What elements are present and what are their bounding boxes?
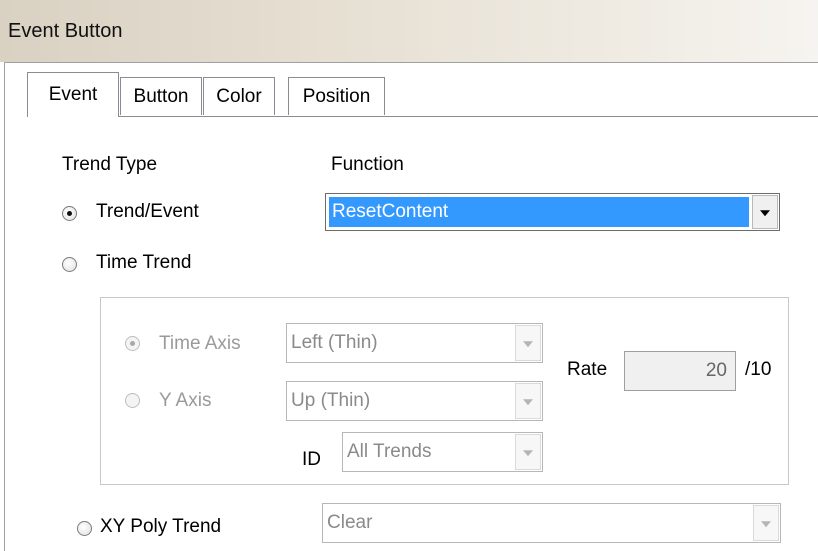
- tab-event[interactable]: Event: [27, 72, 119, 117]
- rate-unit: /10: [745, 359, 772, 380]
- tab-color[interactable]: Color: [203, 77, 275, 115]
- xy-poly-value: Clear: [327, 512, 373, 533]
- xy-poly-trend-radio[interactable]: [77, 521, 92, 536]
- y-axis-label: Y Axis: [159, 390, 212, 411]
- tab-position-label: Position: [302, 85, 371, 107]
- tab-button[interactable]: Button: [120, 77, 202, 115]
- id-value: All Trends: [347, 441, 432, 462]
- time-trend-label: Time Trend: [96, 252, 192, 273]
- id-dropdown-button[interactable]: [515, 434, 541, 470]
- chevron-down-icon: [523, 450, 533, 457]
- time-axis-dropdown-button[interactable]: [515, 325, 541, 361]
- tab-color-label: Color: [216, 85, 262, 107]
- function-dropdown-button[interactable]: [752, 195, 778, 229]
- tab-event-label: Event: [48, 84, 98, 105]
- time-axis-dropdown[interactable]: Left (Thin): [286, 323, 543, 363]
- function-selected-value: ResetContent: [329, 197, 749, 227]
- function-heading: Function: [331, 154, 404, 175]
- window-title: Event Button: [8, 20, 123, 42]
- y-axis-dropdown[interactable]: Up (Thin): [286, 381, 543, 421]
- tab-position[interactable]: Position: [288, 77, 385, 115]
- trend-event-label: Trend/Event: [96, 201, 199, 222]
- tab-button-label: Button: [133, 85, 189, 107]
- rate-value: 20: [705, 360, 727, 381]
- function-dropdown[interactable]: ResetContent: [325, 193, 780, 231]
- time-axis-label: Time Axis: [159, 333, 241, 354]
- function-value: ResetContent: [332, 201, 449, 222]
- xy-poly-dropdown[interactable]: Clear: [322, 503, 781, 543]
- trend-type-heading: Trend Type: [62, 154, 158, 175]
- time-axis-value: Left (Thin): [291, 332, 378, 353]
- time-axis-radio[interactable]: [125, 336, 140, 351]
- chevron-down-icon: [523, 341, 533, 348]
- trend-event-radio[interactable]: [62, 206, 77, 221]
- y-axis-dropdown-button[interactable]: [515, 383, 541, 419]
- y-axis-radio[interactable]: [125, 393, 140, 408]
- rate-label: Rate: [567, 359, 608, 380]
- xy-poly-trend-label: XY Poly Trend: [100, 516, 222, 537]
- chevron-down-icon: [523, 399, 533, 406]
- xy-poly-dropdown-button[interactable]: [753, 505, 779, 541]
- chevron-down-icon: [761, 521, 771, 528]
- tab-divider: [27, 116, 818, 117]
- y-axis-value: Up (Thin): [291, 390, 371, 411]
- time-trend-radio[interactable]: [62, 257, 77, 272]
- id-dropdown[interactable]: All Trends: [342, 432, 543, 472]
- id-label: ID: [302, 449, 321, 470]
- chevron-down-icon: [760, 210, 770, 217]
- title-bar: [0, 0, 818, 62]
- rate-field[interactable]: 20: [624, 351, 736, 391]
